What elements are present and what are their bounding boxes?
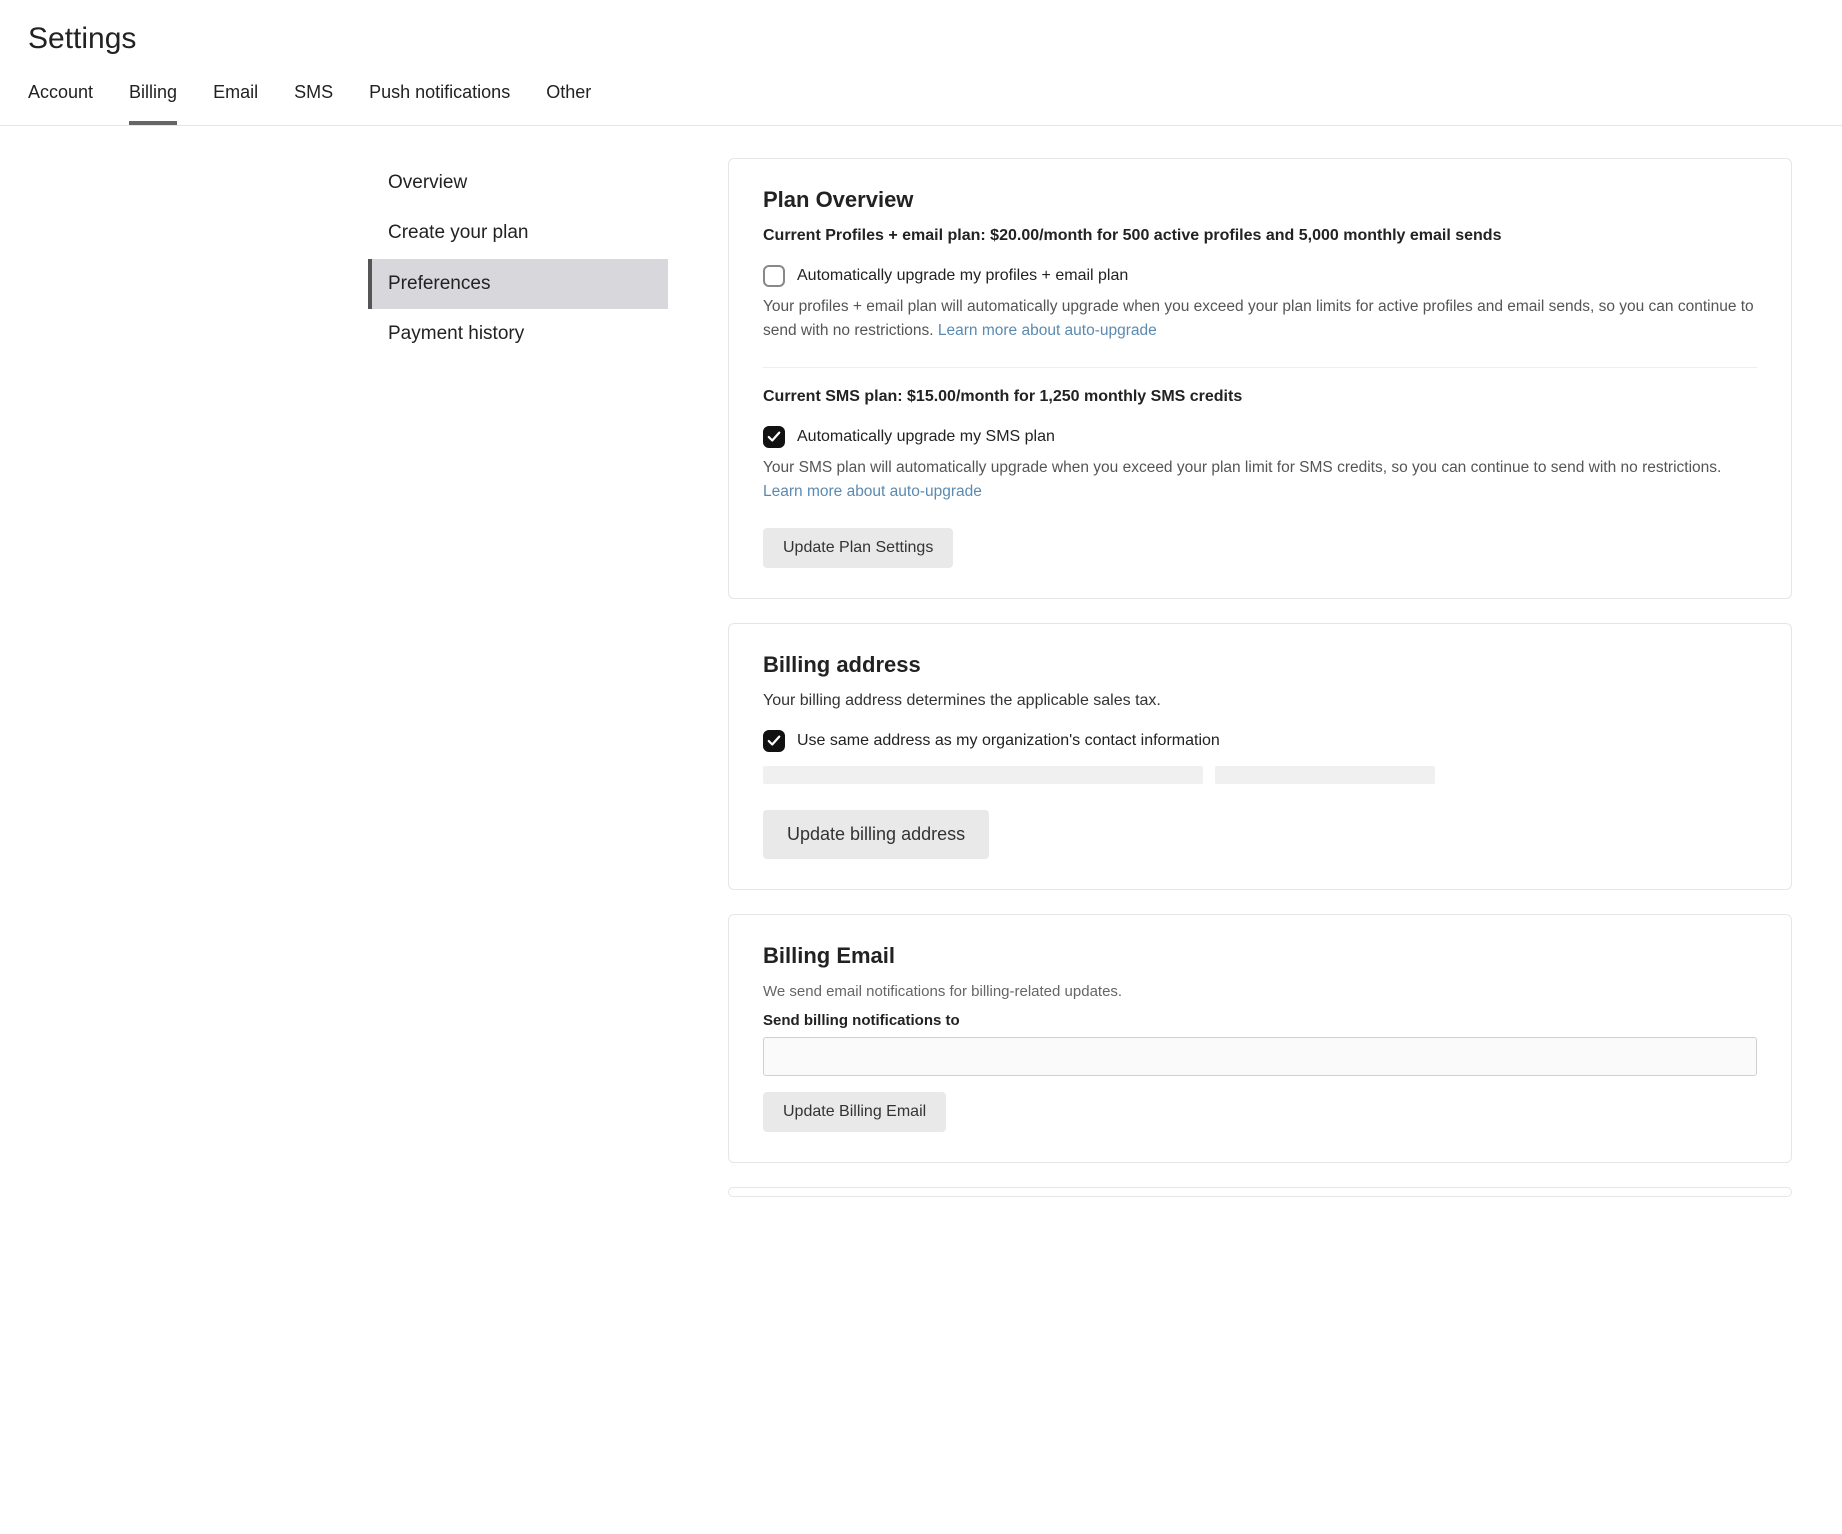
auto-upgrade-profiles-desc: Your profiles + email plan will automati… (763, 295, 1757, 343)
billing-sidebar: Overview Create your plan Preferences Pa… (28, 158, 668, 1221)
billing-email-field-label: Send billing notifications to (763, 1012, 1757, 1029)
sidebar-item-payment-history[interactable]: Payment history (368, 309, 668, 359)
billing-email-title: Billing Email (763, 943, 1757, 969)
tab-account[interactable]: Account (28, 82, 93, 125)
billing-email-input[interactable] (763, 1037, 1757, 1076)
auto-upgrade-sms-checkbox[interactable] (763, 426, 785, 448)
next-card-peek (728, 1187, 1792, 1197)
billing-email-card: Billing Email We send email notification… (728, 914, 1792, 1163)
profiles-plan-line: Current Profiles + email plan: $20.00/mo… (763, 227, 1757, 245)
auto-upgrade-sms-desc: Your SMS plan will automatically upgrade… (763, 456, 1757, 504)
sidebar-item-preferences[interactable]: Preferences (368, 259, 668, 309)
check-icon (767, 430, 781, 444)
billing-address-card: Billing address Your billing address det… (728, 623, 1792, 890)
tab-billing[interactable]: Billing (129, 82, 177, 125)
check-icon (767, 734, 781, 748)
tab-push-notifications[interactable]: Push notifications (369, 82, 510, 125)
plan-overview-card: Plan Overview Current Profiles + email p… (728, 158, 1792, 599)
auto-upgrade-sms-link[interactable]: Learn more about auto-upgrade (763, 483, 982, 500)
same-address-label: Use same address as my organization's co… (797, 732, 1220, 750)
plan-divider (763, 367, 1757, 368)
auto-upgrade-sms-label: Automatically upgrade my SMS plan (797, 428, 1055, 446)
auto-upgrade-profiles-label: Automatically upgrade my profiles + emai… (797, 267, 1128, 285)
redacted-address-2 (1215, 766, 1435, 784)
billing-address-title: Billing address (763, 652, 1757, 678)
update-billing-address-button[interactable]: Update billing address (763, 810, 989, 859)
tab-other[interactable]: Other (546, 82, 591, 125)
redacted-address-row (763, 766, 1757, 784)
update-plan-settings-button[interactable]: Update Plan Settings (763, 528, 953, 568)
top-tabs: Account Billing Email SMS Push notificat… (0, 56, 1842, 126)
auto-upgrade-profiles-link[interactable]: Learn more about auto-upgrade (938, 322, 1157, 339)
sms-plan-line: Current SMS plan: $15.00/month for 1,250… (763, 388, 1757, 406)
tab-email[interactable]: Email (213, 82, 258, 125)
plan-overview-title: Plan Overview (763, 187, 1757, 213)
billing-email-subtitle: We send email notifications for billing-… (763, 983, 1757, 1000)
auto-upgrade-profiles-checkbox[interactable] (763, 265, 785, 287)
billing-address-subtitle: Your billing address determines the appl… (763, 692, 1757, 710)
page-title: Settings (28, 22, 1814, 56)
redacted-address-1 (763, 766, 1203, 784)
sidebar-item-overview[interactable]: Overview (368, 158, 668, 208)
tab-sms[interactable]: SMS (294, 82, 333, 125)
sidebar-item-create-plan[interactable]: Create your plan (368, 208, 668, 258)
update-billing-email-button[interactable]: Update Billing Email (763, 1092, 946, 1132)
same-address-checkbox[interactable] (763, 730, 785, 752)
